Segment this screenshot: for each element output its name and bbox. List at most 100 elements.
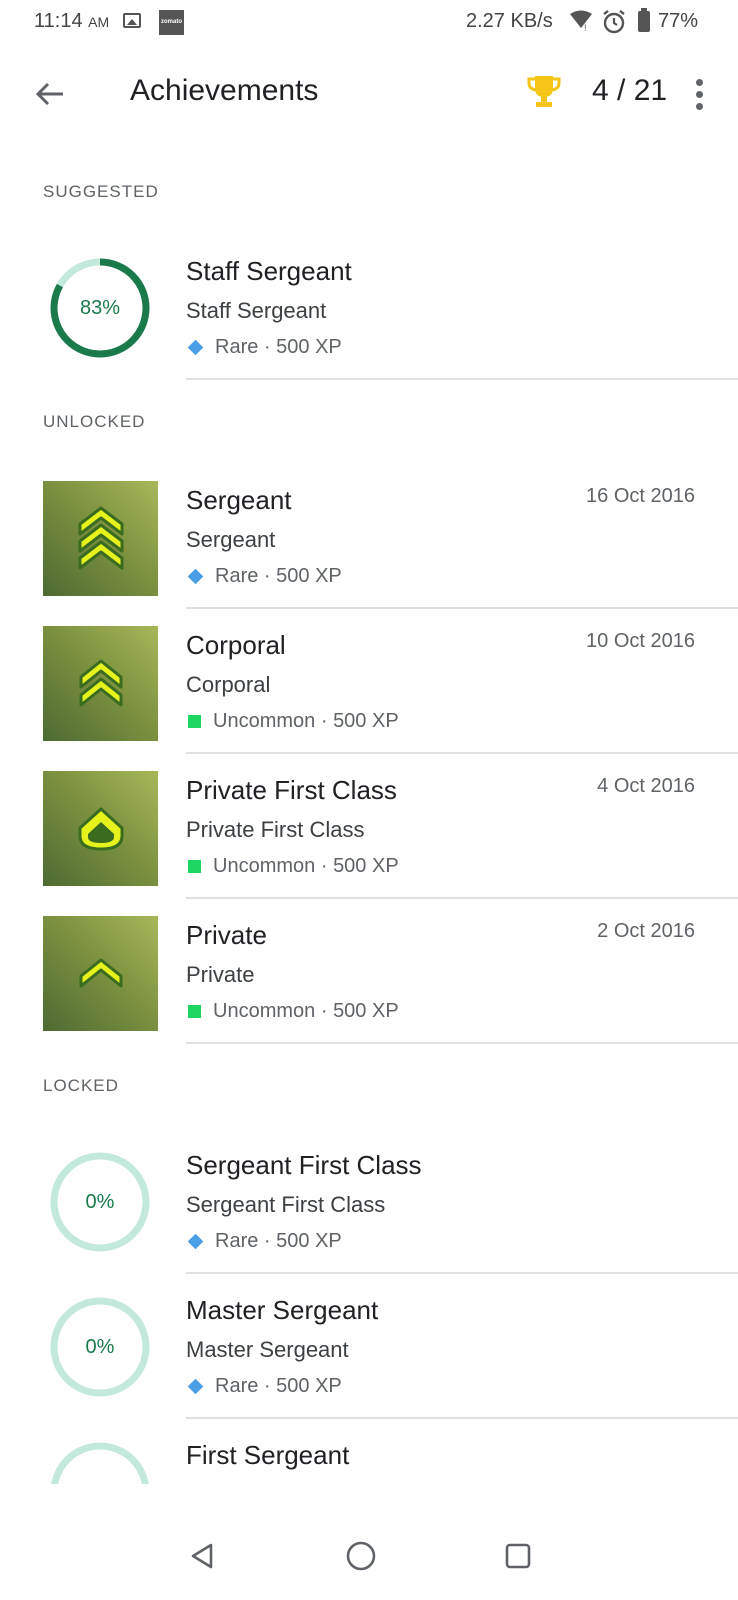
rare-diamond-icon (187, 568, 204, 585)
more-dot-icon (695, 102, 703, 110)
battery-percent: 77% (658, 10, 699, 32)
achievement-meta: Rare · 500 XP (186, 1230, 342, 1253)
meta-separator: · (263, 1230, 271, 1252)
meta-separator: · (263, 565, 271, 587)
section-header-locked: LOCKED (43, 1076, 119, 1095)
achievement-row[interactable]: Private First Class Private First Class … (0, 771, 738, 899)
achievement-meta: Uncommon · 500 XP (186, 710, 399, 733)
row-divider (186, 897, 738, 899)
system-nav-bar (0, 1514, 738, 1600)
achievement-row[interactable]: 83% Staff Sergeant Staff Sergeant Rare ·… (0, 256, 738, 380)
nav-recents-button[interactable] (498, 1536, 538, 1576)
achievement-badge (43, 771, 158, 886)
row-divider (186, 378, 738, 380)
uncommon-square-icon (188, 715, 201, 728)
achievement-row[interactable]: Sergeant Sergeant Rare · 500 XP 16 Oct 2… (0, 481, 738, 609)
status-bar: 11:14 AM zomato 2.27 KB/s ! 77% (0, 0, 738, 44)
rarity-label: Rare (215, 565, 259, 587)
achievement-row[interactable]: 0% Sergeant First Class Sergeant First C… (0, 1150, 738, 1274)
progress-percent: 0% (85, 1191, 115, 1213)
achievement-badge (43, 916, 158, 1031)
row-divider (186, 1417, 738, 1419)
row-divider (186, 607, 738, 609)
achievement-badge (43, 626, 158, 741)
xp-label: 500 XP (276, 565, 342, 587)
achievement-name: Sergeant First Class (186, 1150, 422, 1180)
xp-label: 500 XP (333, 1000, 399, 1022)
achievement-name: Private (186, 920, 267, 950)
achievement-row[interactable]: Corporal Corporal Uncommon · 500 XP 10 O… (0, 626, 738, 754)
xp-label: 500 XP (333, 855, 399, 877)
unlock-date: 2 Oct 2016 (597, 920, 695, 942)
page-title: Achievements (130, 74, 319, 107)
xp-label: 500 XP (276, 336, 342, 358)
achievement-badge (43, 481, 158, 596)
xp-label: 500 XP (333, 710, 399, 732)
unlock-date: 10 Oct 2016 (586, 630, 695, 652)
row-divider (186, 752, 738, 754)
nav-back-icon (191, 1543, 213, 1569)
achievement-description: Sergeant (186, 527, 276, 552)
achievement-count: 4 / 21 (592, 74, 668, 107)
row-divider (186, 1272, 738, 1274)
meta-separator: · (320, 710, 328, 732)
achievement-description: Corporal (186, 672, 271, 697)
corporal-chevron-icon (79, 659, 122, 706)
zomato-notification-icon: zomato (159, 10, 184, 35)
progress-percent: 0% (85, 1336, 115, 1358)
rarity-label: Rare (215, 1375, 259, 1397)
achievement-meta: Rare · 500 XP (186, 336, 342, 359)
achievement-description: Sergeant First Class (186, 1192, 386, 1217)
wifi-icon: ! (570, 10, 592, 32)
achievement-description: Private First Class (186, 817, 365, 842)
battery-icon (638, 8, 650, 32)
achievement-name: First Sergeant (186, 1440, 350, 1470)
achievement-meta: Uncommon · 500 XP (186, 855, 399, 878)
achievement-row[interactable]: 0% First Sergeant (0, 1440, 738, 1484)
xp-label: 500 XP (276, 1230, 342, 1252)
nav-back-button[interactable] (183, 1536, 223, 1576)
nav-home-icon (346, 1541, 376, 1571)
status-time: 11:14 AM (34, 10, 110, 32)
progress-percent: 0% (48, 1440, 152, 1484)
more-dot-icon (695, 78, 703, 86)
alarm-icon (603, 10, 625, 34)
achievement-row[interactable]: Private Private Uncommon · 500 XP 2 Oct … (0, 916, 738, 1044)
rare-diamond-icon (187, 339, 204, 356)
nav-recents-icon (505, 1543, 531, 1569)
network-speed: 2.27 KB/s (466, 10, 553, 32)
section-header-unlocked: UNLOCKED (43, 412, 146, 431)
trophy-icon (527, 76, 561, 107)
achievement-name: Staff Sergeant (186, 256, 352, 286)
row-divider (186, 1042, 738, 1044)
rarity-label: Uncommon (213, 1000, 316, 1022)
unlock-date: 16 Oct 2016 (586, 485, 695, 507)
xp-label: 500 XP (276, 1375, 342, 1397)
nav-home-button[interactable] (341, 1536, 381, 1576)
back-button[interactable] (30, 74, 70, 114)
rarity-label: Rare (215, 336, 259, 358)
gallery-notification-icon (123, 13, 141, 28)
more-options-button[interactable] (684, 74, 714, 114)
achievement-description: Master Sergeant (186, 1337, 349, 1362)
achievement-row[interactable]: 0% Master Sergeant Master Sergeant Rare … (0, 1295, 738, 1419)
rare-diamond-icon (187, 1378, 204, 1395)
meta-separator: · (263, 1375, 271, 1397)
rarity-label: Rare (215, 1230, 259, 1252)
svg-text:!: ! (584, 23, 587, 32)
progress-percent: 83% (79, 297, 121, 319)
uncommon-square-icon (188, 1005, 201, 1018)
achievement-meta: Rare · 500 XP (186, 565, 342, 588)
achievement-name: Sergeant (186, 485, 292, 515)
sergeant-chevron-icon (78, 506, 123, 569)
rare-diamond-icon (187, 1233, 204, 1250)
achievement-name: Master Sergeant (186, 1295, 379, 1325)
meta-separator: · (320, 855, 328, 877)
achievement-description: Staff Sergeant (186, 298, 327, 323)
achievement-meta: Uncommon · 500 XP (186, 1000, 399, 1023)
arrow-back-icon (35, 82, 63, 106)
meta-separator: · (263, 336, 271, 358)
section-header-suggested: SUGGESTED (43, 182, 159, 201)
achievement-name: Corporal (186, 630, 286, 660)
achievement-meta: Rare · 500 XP (186, 1375, 342, 1398)
